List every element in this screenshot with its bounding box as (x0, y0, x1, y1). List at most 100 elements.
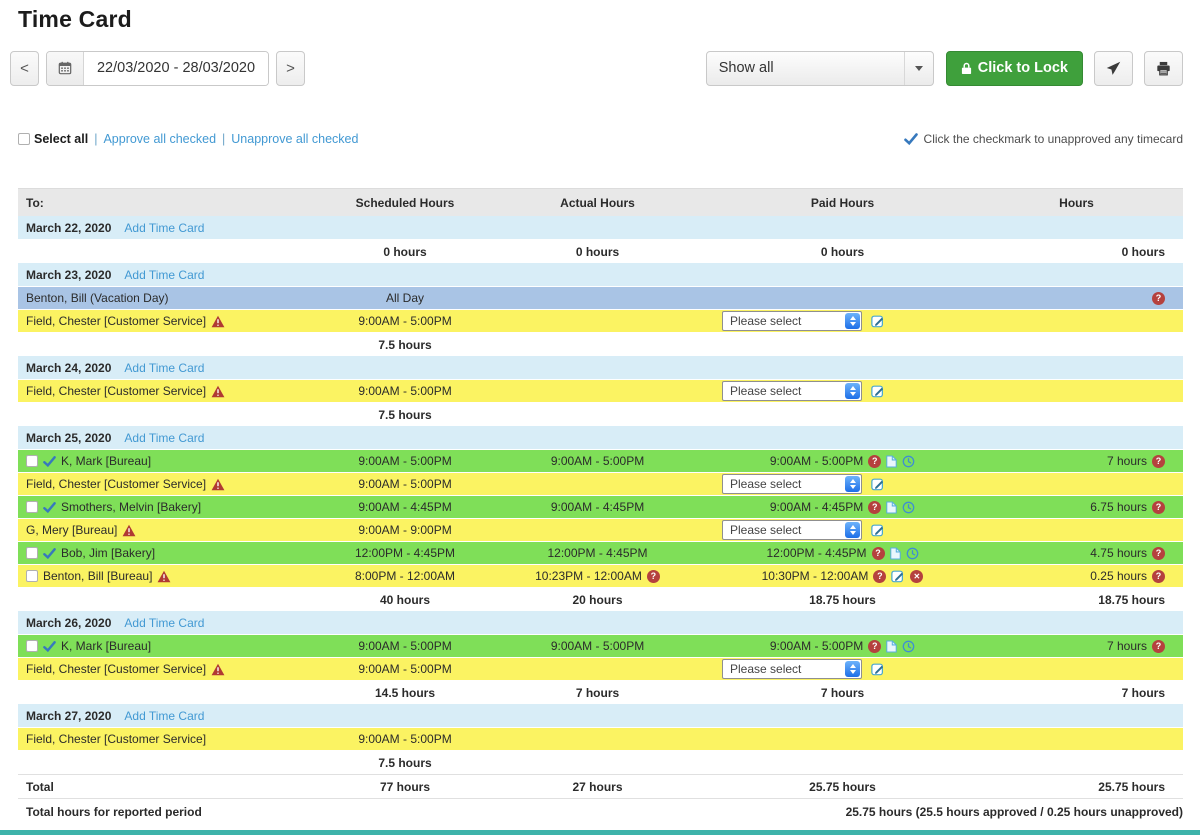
clock-icon[interactable] (902, 501, 915, 514)
edit-icon[interactable] (871, 384, 885, 398)
page-title: Time Card (18, 6, 1183, 33)
hours-value: 7 hours (1107, 639, 1147, 653)
document-icon[interactable] (886, 501, 897, 514)
help-icon[interactable]: ? (868, 501, 881, 514)
timecard-page: Time Card < 22/03/2020 - 28/03/2020 > Sh… (0, 0, 1200, 824)
select-stepper-icon (845, 661, 860, 677)
grand-total-label: Total hours for reported period (18, 805, 202, 819)
row-checkbox[interactable] (26, 501, 38, 513)
scheduled-hours: 8:00PM - 12:00AM (355, 569, 455, 583)
add-time-card-link[interactable]: Add Time Card (124, 616, 204, 630)
send-button[interactable] (1094, 51, 1133, 86)
paid-hours-select[interactable]: Please select (722, 659, 862, 679)
checkmark-icon[interactable] (43, 501, 56, 514)
warning-icon (157, 570, 171, 583)
checkmark-icon[interactable] (43, 455, 56, 468)
clock-icon[interactable] (902, 640, 915, 653)
employee-name: Field, Chester [Customer Service] (26, 314, 206, 328)
timecard-row: Field, Chester [Customer Service]9:00AM … (18, 658, 1183, 681)
subtotal-scheduled: 7.5 hours (378, 338, 431, 352)
approve-all-link[interactable]: Approve all checked (103, 132, 216, 146)
help-icon[interactable]: ? (1152, 547, 1165, 560)
help-icon[interactable]: ? (872, 547, 885, 560)
help-icon[interactable]: ? (647, 570, 660, 583)
row-checkbox[interactable] (26, 547, 38, 559)
hours-value: 7 hours (1107, 454, 1147, 468)
document-icon[interactable] (886, 640, 897, 653)
select-stepper-icon (845, 476, 860, 492)
select-stepper-icon (845, 522, 860, 538)
add-time-card-link[interactable]: Add Time Card (124, 221, 204, 235)
checkmark-icon[interactable] (43, 547, 56, 560)
select-all-label: Select all (34, 132, 88, 146)
timecard-row: Field, Chester [Customer Service]9:00AM … (18, 380, 1183, 403)
header-to: To: (18, 196, 330, 210)
document-icon[interactable] (886, 455, 897, 468)
total-actual: 27 hours (480, 780, 715, 794)
timecard-row: Field, Chester [Customer Service]9:00AM … (18, 728, 1183, 751)
subtotal-hours: 0 hours (1122, 245, 1165, 259)
help-icon[interactable]: ? (1152, 501, 1165, 514)
subtotal-paid: 7 hours (821, 686, 864, 700)
date-range-input[interactable]: 22/03/2020 - 28/03/2020 (84, 52, 268, 85)
grand-total-row: Total hours for reported period 25.75 ho… (18, 798, 1183, 824)
print-button[interactable] (1144, 51, 1183, 86)
help-icon[interactable]: ? (1152, 292, 1165, 305)
filter-select[interactable]: Show all (706, 51, 934, 86)
row-checkbox[interactable] (26, 455, 38, 467)
day-subtotal-row: 40 hours20 hours18.75 hours18.75 hours (18, 588, 1183, 611)
calendar-button[interactable] (47, 52, 84, 85)
edit-icon[interactable] (871, 523, 885, 537)
day-header-row: March 27, 2020 Add Time Card (18, 704, 1183, 728)
select-stepper-icon (845, 313, 860, 329)
next-week-button[interactable]: > (276, 51, 305, 86)
edit-icon[interactable] (891, 569, 905, 583)
filter-value: Show all (707, 60, 774, 76)
hours-value: 4.75 hours (1090, 546, 1147, 560)
subtotal-scheduled: 0 hours (383, 245, 426, 259)
day-subtotal-row: 7.5 hours (18, 333, 1183, 356)
warning-icon (211, 385, 225, 398)
clock-icon[interactable] (902, 455, 915, 468)
edit-icon[interactable] (871, 477, 885, 491)
help-icon[interactable]: ? (868, 640, 881, 653)
subtotal-paid: 0 hours (821, 245, 864, 259)
scheduled-hours: 9:00AM - 5:00PM (358, 662, 451, 676)
clock-icon[interactable] (906, 547, 919, 560)
timecard-row: Benton, Bill [Bureau]8:00PM - 12:00AM10:… (18, 565, 1183, 588)
add-time-card-link[interactable]: Add Time Card (124, 709, 204, 723)
paid-hours-select[interactable]: Please select (722, 381, 862, 401)
help-icon[interactable]: ? (873, 570, 886, 583)
help-icon[interactable]: ? (1152, 455, 1165, 468)
employee-name: K, Mark [Bureau] (61, 639, 151, 653)
help-icon[interactable]: ? (1152, 570, 1165, 583)
scheduled-hours: 9:00AM - 5:00PM (358, 639, 451, 653)
timecard-row: Smothers, Melvin [Bakery]9:00AM - 4:45PM… (18, 496, 1183, 519)
unapprove-all-link[interactable]: Unapprove all checked (231, 132, 358, 146)
help-icon[interactable]: ? (868, 455, 881, 468)
remove-icon[interactable]: ✕ (910, 570, 923, 583)
row-checkbox[interactable] (26, 570, 38, 582)
edit-icon[interactable] (871, 662, 885, 676)
paid-hours-select[interactable]: Please select (722, 311, 862, 331)
row-checkbox[interactable] (26, 640, 38, 652)
scheduled-hours: 9:00AM - 5:00PM (358, 384, 451, 398)
table-body: March 22, 2020 Add Time Card 0 hours0 ho… (18, 216, 1183, 774)
help-icon[interactable]: ? (1152, 640, 1165, 653)
table-header-row: To: Scheduled Hours Actual Hours Paid Ho… (18, 188, 1183, 216)
timecard-row: G, Mery [Bureau]9:00AM - 9:00PM Please s… (18, 519, 1183, 542)
add-time-card-link[interactable]: Add Time Card (124, 268, 204, 282)
scheduled-hours: 9:00AM - 5:00PM (358, 454, 451, 468)
paid-hours-select[interactable]: Please select (722, 474, 862, 494)
checkmark-icon[interactable] (43, 640, 56, 653)
day-subtotal-row: 7.5 hours (18, 403, 1183, 426)
paid-hours-select[interactable]: Please select (722, 520, 862, 540)
select-all-checkbox[interactable] (18, 133, 30, 145)
edit-icon[interactable] (871, 314, 885, 328)
document-icon[interactable] (890, 547, 901, 560)
actual-hours: 9:00AM - 5:00PM (551, 639, 644, 653)
add-time-card-link[interactable]: Add Time Card (124, 361, 204, 375)
add-time-card-link[interactable]: Add Time Card (124, 431, 204, 445)
prev-week-button[interactable]: < (10, 51, 39, 86)
lock-button[interactable]: Click to Lock (946, 51, 1083, 86)
